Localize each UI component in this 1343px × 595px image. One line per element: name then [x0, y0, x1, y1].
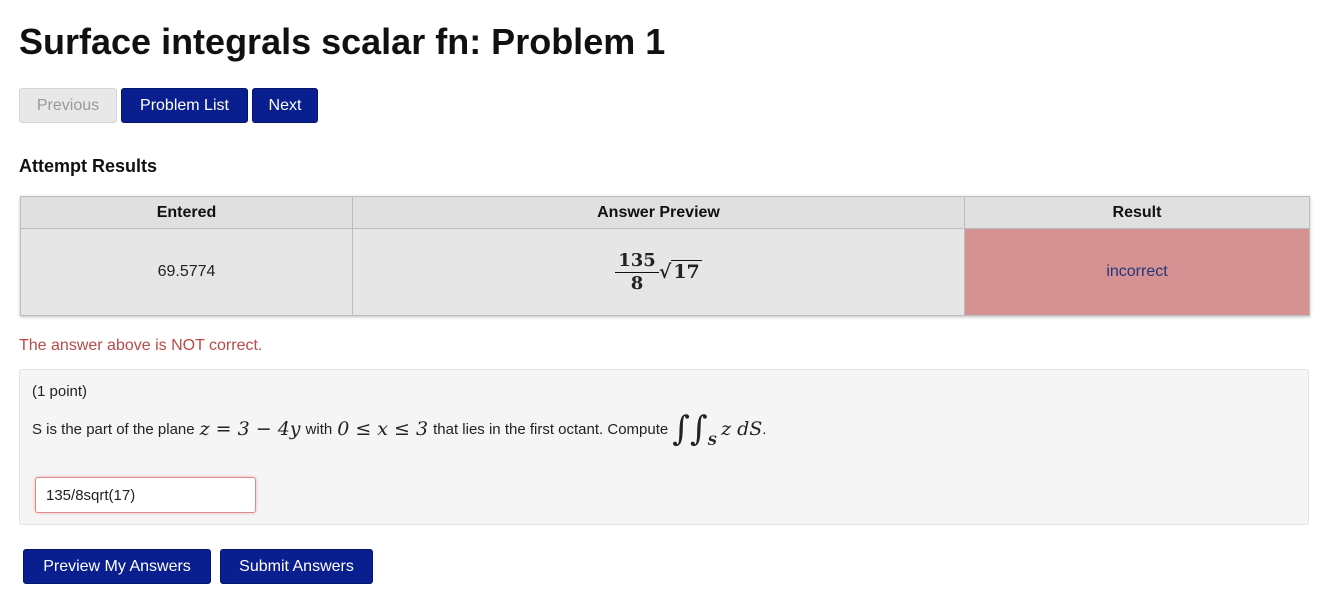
next-button[interactable]: Next [252, 88, 318, 123]
preview-denominator: 8 [630, 272, 644, 294]
column-header-answer-preview: Answer Preview [352, 196, 965, 229]
table-row: 69.5774 135 8 √ 17 incorrect [20, 228, 1310, 316]
page: Surface integrals scalar fn: Problem 1 P… [0, 0, 1343, 595]
result-status-cell: incorrect [964, 228, 1310, 316]
page-title: Surface integrals scalar fn: Problem 1 [19, 21, 666, 62]
double-integral-symbol: ∫∫ [672, 409, 708, 449]
problem-list-button[interactable]: Problem List [121, 88, 248, 123]
previous-button[interactable]: Previous [19, 88, 117, 123]
problem-points: (1 point) [32, 383, 88, 400]
column-header-result: Result [964, 196, 1310, 229]
attempt-results-table: Entered Answer Preview Result 69.5774 13… [20, 196, 1310, 316]
x-bounds: 0 ≤ x ≤ 3 [337, 418, 429, 440]
table-header-row: Entered Answer Preview Result [20, 196, 1310, 229]
attempt-results-heading: Attempt Results [19, 156, 158, 176]
entered-value: 69.5774 [20, 228, 353, 316]
preview-answers-button[interactable]: Preview My Answers [23, 549, 211, 584]
submit-answers-button[interactable]: Submit Answers [220, 549, 373, 584]
answer-input[interactable] [35, 477, 256, 513]
feedback-message: The answer above is NOT correct. [19, 337, 263, 354]
answer-preview-cell: 135 8 √ 17 [352, 228, 965, 316]
problem-box: (1 point) S is the part of the plane z =… [19, 369, 1309, 525]
statement-text-2: with [305, 420, 333, 438]
preview-sqrt: √ 17 [658, 260, 702, 283]
preview-radicand: 17 [671, 260, 702, 283]
plane-equation: z = 3 − 4y [199, 418, 301, 440]
integrand: z dS [721, 418, 763, 440]
preview-fraction: 135 8 [615, 250, 659, 295]
statement-text-3: that lies in the first octant. Compute [433, 420, 669, 438]
statement-text-1: S is the part of the plane [32, 420, 195, 438]
integral-subscript: S [707, 433, 718, 449]
problem-statement: S is the part of the plane z = 3 − 4y wi… [32, 409, 767, 449]
preview-numerator: 135 [615, 250, 659, 273]
radical-symbol: √ [658, 261, 672, 283]
column-header-entered: Entered [20, 196, 353, 229]
statement-period: . [762, 420, 767, 438]
